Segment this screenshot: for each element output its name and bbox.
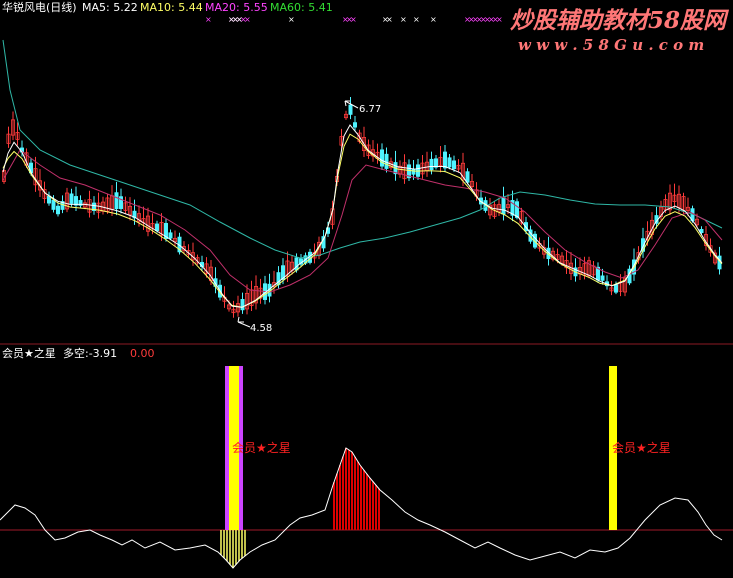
candle-body <box>56 205 61 215</box>
candle-body <box>114 192 119 210</box>
cross-marker: × <box>430 15 437 24</box>
candle-body <box>600 275 605 281</box>
candle-body <box>168 232 173 239</box>
cross-marker: × <box>386 15 393 24</box>
watermark-url: w w w . 5 8 G u . c o m <box>518 36 704 54</box>
signal-label-2: 会员★之星 <box>612 441 671 455</box>
ma20-label: MA20: 5.55 <box>205 1 268 14</box>
candle-body <box>74 196 79 206</box>
ma10-label: MA10: 5.44 <box>140 1 203 14</box>
stock-title: 华锐风电(日线) <box>2 0 77 14</box>
candle-body <box>240 299 245 311</box>
cross-marker: × <box>244 15 251 24</box>
candle-body <box>447 157 452 168</box>
duokong-label: 多空:-3.91 <box>63 346 117 360</box>
high-label: 6.77 <box>359 104 381 115</box>
ma5-label: MA5: 5.22 <box>82 1 138 14</box>
candle-body <box>465 171 470 183</box>
cross-marker: × <box>288 15 295 24</box>
kline-chart: 华锐风电(日线) MA5: 5.22 MA10: 5.44 MA20: 5.55… <box>0 0 733 578</box>
candle-body <box>154 223 159 232</box>
candle-body <box>442 151 447 169</box>
candle-body <box>614 284 619 293</box>
candle-body <box>501 197 506 215</box>
signal-label-1: 会员★之星 <box>232 441 291 455</box>
watermark-title: 炒股辅助教材58股网 <box>510 7 730 34</box>
cross-marker: × <box>400 15 407 24</box>
candle-body <box>379 149 384 167</box>
candle-body <box>352 122 357 128</box>
candle-body <box>433 158 438 168</box>
candle-body <box>348 104 353 115</box>
candle-body <box>515 201 520 218</box>
ma60-label: MA60: 5.41 <box>270 1 333 14</box>
cross-marker: × <box>496 15 503 24</box>
cross-marker: × <box>236 15 243 24</box>
candle-body <box>451 160 456 170</box>
candle-body <box>51 199 56 210</box>
candle-body <box>429 158 434 171</box>
candle-body <box>411 169 416 175</box>
cross-marker: × <box>205 15 212 24</box>
low-label: 4.58 <box>250 323 272 334</box>
cross-marker: × <box>350 15 357 24</box>
indicator-name: 会员★之星 <box>2 346 56 360</box>
cross-marker: × <box>413 15 420 24</box>
candle-body <box>69 193 74 204</box>
indicator-value2: 0.00 <box>130 347 155 360</box>
